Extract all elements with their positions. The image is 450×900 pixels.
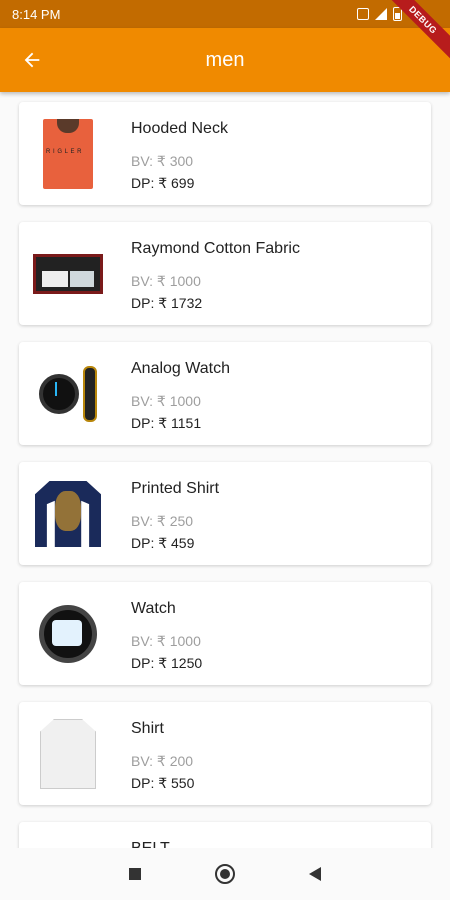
belt-image <box>33 838 103 848</box>
status-time: 8:14 PM <box>12 6 61 22</box>
page-title: men <box>205 49 245 71</box>
watch-image <box>33 358 103 430</box>
product-card-belt[interactable]: BELT <box>19 822 431 848</box>
system-nav-bar <box>0 848 450 900</box>
fabric-box-image <box>33 238 103 310</box>
product-name: Raymond Cotton Fabric <box>131 240 300 257</box>
product-list[interactable]: Hooded Neck BV: ₹ 300 DP: ₹ 699 Raymond … <box>0 92 450 848</box>
product-bv: BV: ₹ 300 <box>131 153 194 169</box>
product-bv: BV: ₹ 200 <box>131 753 194 769</box>
app-bar: men <box>0 28 450 92</box>
status-bar: 8:14 PM <box>0 0 450 28</box>
white-shirt-image <box>33 718 103 790</box>
recent-apps-icon[interactable] <box>129 868 141 880</box>
sim-icon <box>357 8 369 20</box>
product-dp: DP: ₹ 550 <box>131 775 195 791</box>
home-icon[interactable] <box>215 864 235 884</box>
product-dp: DP: ₹ 1732 <box>131 295 203 311</box>
product-dp: DP: ₹ 1151 <box>131 415 202 431</box>
signal-icon <box>375 8 387 20</box>
product-name: BELT <box>131 840 170 848</box>
product-name: Hooded Neck <box>131 120 228 137</box>
product-name: Shirt <box>131 720 164 737</box>
product-name: Watch <box>131 600 176 617</box>
back-icon[interactable] <box>309 867 321 881</box>
product-dp: DP: ₹ 699 <box>131 175 195 191</box>
product-bv: BV: ₹ 1000 <box>131 273 201 289</box>
watch-image <box>33 598 103 670</box>
product-card-raymond-cotton-fabric[interactable]: Raymond Cotton Fabric BV: ₹ 1000 DP: ₹ 1… <box>19 222 431 325</box>
product-bv: BV: ₹ 1000 <box>131 633 201 649</box>
product-dp: DP: ₹ 459 <box>131 535 195 551</box>
product-dp: DP: ₹ 1250 <box>131 655 203 671</box>
product-card-printed-shirt[interactable]: Printed Shirt BV: ₹ 250 DP: ₹ 459 <box>19 462 431 565</box>
product-card-hooded-neck[interactable]: Hooded Neck BV: ₹ 300 DP: ₹ 699 <box>19 102 431 205</box>
printed-shirt-image <box>33 478 103 550</box>
hoodie-image <box>33 118 103 190</box>
product-name: Analog Watch <box>131 360 231 377</box>
product-card-analog-watch[interactable]: Analog Watch BV: ₹ 1000 DP: ₹ 1151 <box>19 342 431 445</box>
product-bv: BV: ₹ 1000 <box>131 393 201 409</box>
product-name: Printed Shirt <box>131 480 220 497</box>
product-card-shirt[interactable]: Shirt BV: ₹ 200 DP: ₹ 550 <box>19 702 431 805</box>
product-bv: BV: ₹ 250 <box>131 513 194 529</box>
product-card-watch[interactable]: Watch BV: ₹ 1000 DP: ₹ 1250 <box>19 582 431 685</box>
